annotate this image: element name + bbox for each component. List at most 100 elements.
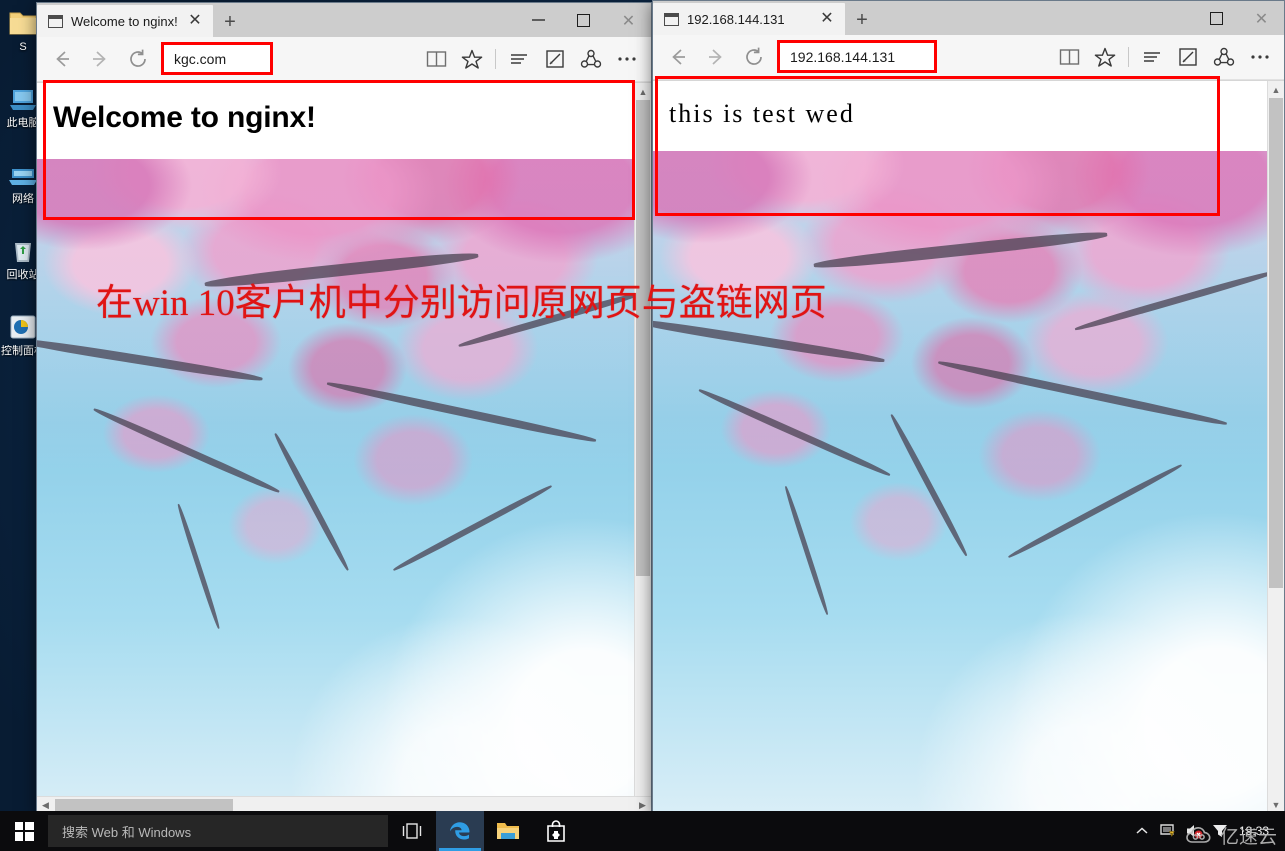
tab-welcome-to-nginx[interactable]: Welcome to nginx! ✕	[37, 5, 213, 37]
windows-logo-icon	[14, 821, 34, 841]
hub-lines-icon	[511, 54, 527, 64]
close-button[interactable]: ✕	[606, 5, 651, 35]
network-status-button[interactable]	[1155, 811, 1181, 851]
web-note-icon[interactable]	[537, 40, 573, 78]
store-icon	[547, 820, 565, 842]
book-icon	[1059, 49, 1079, 65]
page-heading-container: this is test wed	[653, 81, 1284, 145]
this-pc-icon	[10, 90, 36, 110]
toolbar-divider	[1128, 47, 1129, 67]
toolbar-icons-left	[418, 40, 645, 78]
cloud-logo-icon	[1186, 826, 1211, 843]
network-icon	[9, 169, 37, 185]
tab-close-button[interactable]: ✕	[813, 4, 841, 34]
reading-view-icon[interactable]	[1051, 38, 1087, 76]
file-explorer-button[interactable]	[484, 811, 532, 851]
share-nodes-icon	[1213, 47, 1235, 66]
minimize-button[interactable]	[516, 5, 561, 35]
address-text: kgc.com	[174, 50, 227, 67]
pencil-square-icon	[546, 50, 564, 68]
refresh-icon	[746, 47, 762, 65]
page-viewport-right[interactable]: this is test wed ▲ ▼	[653, 80, 1284, 813]
control-panel-icon	[10, 315, 36, 339]
toolbar-left: kgc.com	[37, 37, 651, 82]
browser-window-right[interactable]: 192.168.144.131 ✕ + ✕ 192.168.144.131 th…	[652, 0, 1285, 814]
window-controls-right: ✕	[1194, 1, 1284, 35]
watermark-text: 亿速云	[1219, 827, 1277, 848]
tab-close-button[interactable]: ✕	[181, 6, 209, 36]
page-heading-container: Welcome to nginx!	[37, 83, 651, 151]
tab-title: Welcome to nginx!	[71, 13, 178, 29]
close-button[interactable]: ✕	[1239, 3, 1284, 33]
search-input[interactable]: 搜索 Web 和 Windows	[48, 815, 388, 847]
hub-icon[interactable]	[1134, 38, 1170, 76]
address-input[interactable]: 192.168.144.131	[777, 40, 937, 73]
star-icon	[461, 49, 483, 69]
vertical-scroll-thumb[interactable]	[636, 100, 650, 576]
web-note-icon[interactable]	[1170, 38, 1206, 76]
address-bar-left[interactable]: kgc.com	[161, 42, 414, 76]
page-title: Welcome to nginx!	[53, 101, 316, 134]
forward-arrow-icon	[709, 49, 722, 65]
start-button[interactable]	[0, 811, 48, 851]
vertical-scrollbar-right[interactable]: ▲ ▼	[1267, 81, 1284, 813]
hub-lines-icon	[1144, 52, 1160, 62]
maximize-button[interactable]	[561, 5, 606, 35]
network-warning-icon	[1160, 824, 1175, 837]
vertical-scrollbar-left[interactable]: ▲ ▼	[634, 83, 651, 813]
ellipsis-icon	[618, 57, 636, 61]
web-page-nginx: Welcome to nginx!	[37, 83, 651, 813]
reading-view-icon[interactable]	[418, 40, 454, 78]
refresh-button[interactable]	[735, 38, 773, 76]
star-icon	[1094, 47, 1116, 67]
favorites-star-icon[interactable]	[1087, 38, 1123, 76]
vertical-scroll-thumb[interactable]	[1269, 98, 1283, 588]
horizontal-scroll-thumb[interactable]	[55, 799, 233, 811]
file-explorer-icon	[497, 823, 519, 839]
book-icon	[426, 51, 446, 67]
hub-icon[interactable]	[501, 40, 537, 78]
taskbar: 搜索 Web 和 Windows 19:33	[0, 811, 1285, 851]
forward-arrow-icon	[93, 51, 106, 67]
share-icon[interactable]	[1206, 38, 1242, 76]
back-button[interactable]	[43, 40, 81, 78]
page-image-sakura	[37, 159, 634, 813]
forward-button[interactable]	[81, 40, 119, 78]
window-controls-left: ✕	[516, 3, 651, 37]
more-icon[interactable]	[609, 40, 645, 78]
chevron-up-icon	[1136, 827, 1148, 834]
tab-favicon-icon	[48, 14, 63, 28]
address-input[interactable]: kgc.com	[161, 42, 273, 75]
recycle-bin-icon	[15, 243, 31, 262]
scroll-up-button[interactable]: ▲	[635, 83, 651, 100]
refresh-icon	[130, 49, 146, 67]
desktop-background: S 此电脑 网络 回收站 控制面板 Welcome to nginx! ✕ + …	[0, 0, 1285, 851]
web-page-test: this is test wed	[653, 81, 1284, 813]
show-hidden-icons-button[interactable]	[1129, 811, 1155, 851]
refresh-button[interactable]	[119, 40, 157, 78]
edge-taskbar-button[interactable]	[436, 811, 484, 851]
page-viewport-left[interactable]: Welcome to nginx! ▲ ▼	[37, 82, 651, 813]
page-image-sakura	[653, 151, 1267, 813]
edge-icon	[450, 822, 470, 840]
new-tab-button[interactable]: +	[213, 7, 247, 37]
favorites-star-icon[interactable]	[454, 40, 490, 78]
task-view-icon	[402, 823, 422, 839]
back-button[interactable]	[659, 38, 697, 76]
scroll-up-button[interactable]: ▲	[1268, 81, 1284, 98]
more-icon[interactable]	[1242, 38, 1278, 76]
new-tab-button[interactable]: +	[845, 5, 879, 35]
maximize-button[interactable]	[1194, 3, 1239, 33]
forward-button[interactable]	[697, 38, 735, 76]
address-text: 192.168.144.131	[790, 48, 896, 65]
address-bar-right[interactable]: 192.168.144.131	[777, 40, 1047, 74]
task-view-button[interactable]	[388, 811, 436, 851]
ellipsis-icon	[1251, 55, 1269, 59]
tab-192-168-144-131[interactable]: 192.168.144.131 ✕	[653, 3, 845, 35]
search-placeholder: 搜索 Web 和 Windows	[62, 824, 192, 840]
share-icon[interactable]	[573, 40, 609, 78]
browser-window-left[interactable]: Welcome to nginx! ✕ + ✕ kgc.com Welcome …	[36, 2, 652, 814]
store-button[interactable]	[532, 811, 580, 851]
toolbar-icons-right	[1051, 38, 1278, 76]
back-arrow-icon	[672, 49, 685, 65]
